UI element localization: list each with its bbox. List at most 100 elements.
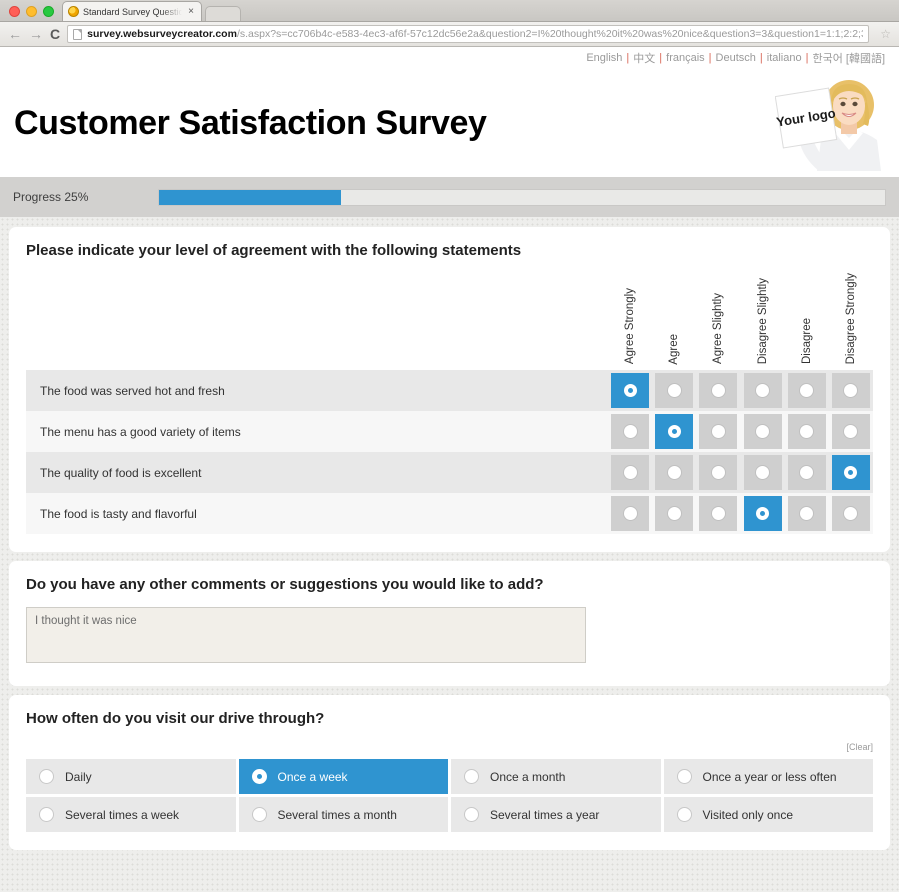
matrix-radio-cell[interactable]	[655, 373, 694, 409]
close-tab-icon[interactable]: ×	[186, 6, 196, 17]
matrix-cell[interactable]	[740, 411, 785, 453]
radio-button-icon[interactable]	[676, 807, 692, 823]
radio-button-icon[interactable]	[710, 465, 726, 481]
matrix-radio-cell[interactable]	[655, 496, 694, 532]
matrix-cell[interactable]	[652, 411, 697, 453]
frequency-option[interactable]: Once a month	[451, 759, 661, 795]
radio-button-icon[interactable]	[666, 506, 682, 522]
matrix-radio-cell[interactable]	[831, 373, 870, 409]
radio-button-icon[interactable]	[843, 506, 859, 522]
matrix-cell[interactable]	[740, 370, 785, 412]
matrix-radio-cell[interactable]	[743, 455, 782, 491]
frequency-option[interactable]: Several times a week	[26, 797, 236, 833]
language-link[interactable]: English	[582, 52, 626, 64]
matrix-cell[interactable]	[696, 411, 741, 453]
matrix-radio-cell[interactable]	[699, 373, 738, 409]
matrix-cell[interactable]	[696, 493, 741, 535]
matrix-cell[interactable]	[784, 370, 829, 412]
new-tab-button[interactable]	[205, 6, 241, 21]
radio-button-icon[interactable]	[799, 465, 815, 481]
matrix-radio-cell[interactable]	[655, 414, 694, 450]
matrix-radio-cell[interactable]	[655, 455, 694, 491]
minimize-window-icon[interactable]	[26, 6, 37, 17]
matrix-radio-cell[interactable]	[611, 414, 650, 450]
radio-button-icon[interactable]	[464, 807, 479, 823]
matrix-radio-cell[interactable]	[787, 414, 826, 450]
radio-button-icon[interactable]	[843, 424, 859, 440]
radio-button-icon[interactable]	[666, 465, 682, 481]
matrix-cell[interactable]	[608, 493, 653, 535]
matrix-radio-cell[interactable]	[743, 496, 782, 532]
matrix-cell[interactable]	[828, 370, 873, 412]
radio-button-icon[interactable]	[622, 465, 638, 481]
page-info-icon[interactable]	[73, 28, 83, 40]
matrix-cell[interactable]	[740, 452, 785, 494]
radio-button-icon[interactable]	[39, 769, 54, 785]
matrix-radio-cell[interactable]	[787, 373, 826, 409]
matrix-cell[interactable]	[608, 411, 653, 453]
language-link[interactable]: italiano	[763, 52, 806, 64]
frequency-option[interactable]: Once a year or less often	[663, 759, 873, 795]
radio-button-icon[interactable]	[799, 506, 815, 522]
matrix-radio-cell[interactable]	[787, 455, 826, 491]
radio-button-icon[interactable]	[710, 424, 726, 440]
frequency-option[interactable]: Several times a month	[238, 797, 448, 833]
radio-button-icon[interactable]	[622, 424, 638, 440]
radio-button-icon[interactable]	[755, 506, 771, 522]
back-icon[interactable]: ←	[8, 27, 22, 41]
matrix-cell[interactable]	[608, 370, 653, 412]
matrix-cell[interactable]	[608, 452, 653, 494]
matrix-radio-cell[interactable]	[787, 496, 826, 532]
radio-button-icon[interactable]	[710, 383, 726, 399]
language-link[interactable]: français	[662, 52, 709, 64]
language-link[interactable]: Deutsch	[712, 52, 760, 64]
matrix-radio-cell[interactable]	[831, 496, 870, 532]
language-link[interactable]: 中文	[629, 50, 659, 66]
forward-icon[interactable]: →	[29, 27, 43, 41]
matrix-cell[interactable]	[740, 493, 785, 535]
matrix-radio-cell[interactable]	[743, 414, 782, 450]
reload-icon[interactable]: C	[50, 26, 60, 42]
bookmark-star-icon[interactable]: ☆	[876, 27, 891, 41]
frequency-option[interactable]: Visited only once	[663, 797, 873, 833]
radio-button-icon[interactable]	[666, 383, 682, 399]
frequency-option[interactable]: Once a week	[238, 759, 448, 795]
radio-button-icon[interactable]	[843, 465, 859, 481]
radio-button-icon[interactable]	[39, 807, 54, 823]
radio-button-icon[interactable]	[622, 383, 638, 399]
radio-button-icon[interactable]	[755, 465, 771, 481]
matrix-radio-cell[interactable]	[611, 496, 650, 532]
matrix-cell[interactable]	[828, 411, 873, 453]
comments-textarea[interactable]	[26, 607, 586, 664]
close-window-icon[interactable]	[9, 6, 20, 17]
matrix-cell[interactable]	[784, 493, 829, 535]
matrix-radio-cell[interactable]	[699, 414, 738, 450]
matrix-radio-cell[interactable]	[831, 455, 870, 491]
radio-button-icon[interactable]	[710, 506, 726, 522]
maximize-window-icon[interactable]	[43, 6, 54, 17]
frequency-option[interactable]: Daily	[26, 759, 236, 795]
radio-button-icon[interactable]	[622, 506, 638, 522]
matrix-cell[interactable]	[696, 370, 741, 412]
matrix-radio-cell[interactable]	[699, 496, 738, 532]
matrix-cell[interactable]	[784, 411, 829, 453]
clear-answer-link[interactable]: [Clear]	[846, 742, 873, 752]
matrix-radio-cell[interactable]	[611, 455, 650, 491]
matrix-cell[interactable]	[652, 370, 697, 412]
matrix-cell[interactable]	[828, 493, 873, 535]
matrix-radio-cell[interactable]	[611, 373, 650, 409]
matrix-cell[interactable]	[652, 452, 697, 494]
radio-button-icon[interactable]	[755, 424, 771, 440]
address-bar[interactable]: survey.websurveycreator.com/s.aspx?s=cc7…	[67, 25, 870, 43]
radio-button-icon[interactable]	[666, 424, 682, 440]
browser-tab[interactable]: Standard Survey Question ×	[62, 1, 202, 21]
language-link[interactable]: 한국어 [韓國語]	[808, 50, 889, 66]
radio-button-icon[interactable]	[799, 383, 815, 399]
radio-button-icon[interactable]	[755, 383, 771, 399]
matrix-cell[interactable]	[828, 452, 873, 494]
radio-button-icon[interactable]	[843, 383, 859, 399]
radio-button-icon[interactable]	[251, 807, 267, 823]
frequency-option[interactable]: Several times a year	[451, 797, 661, 833]
matrix-cell[interactable]	[784, 452, 829, 494]
matrix-radio-cell[interactable]	[831, 414, 870, 450]
